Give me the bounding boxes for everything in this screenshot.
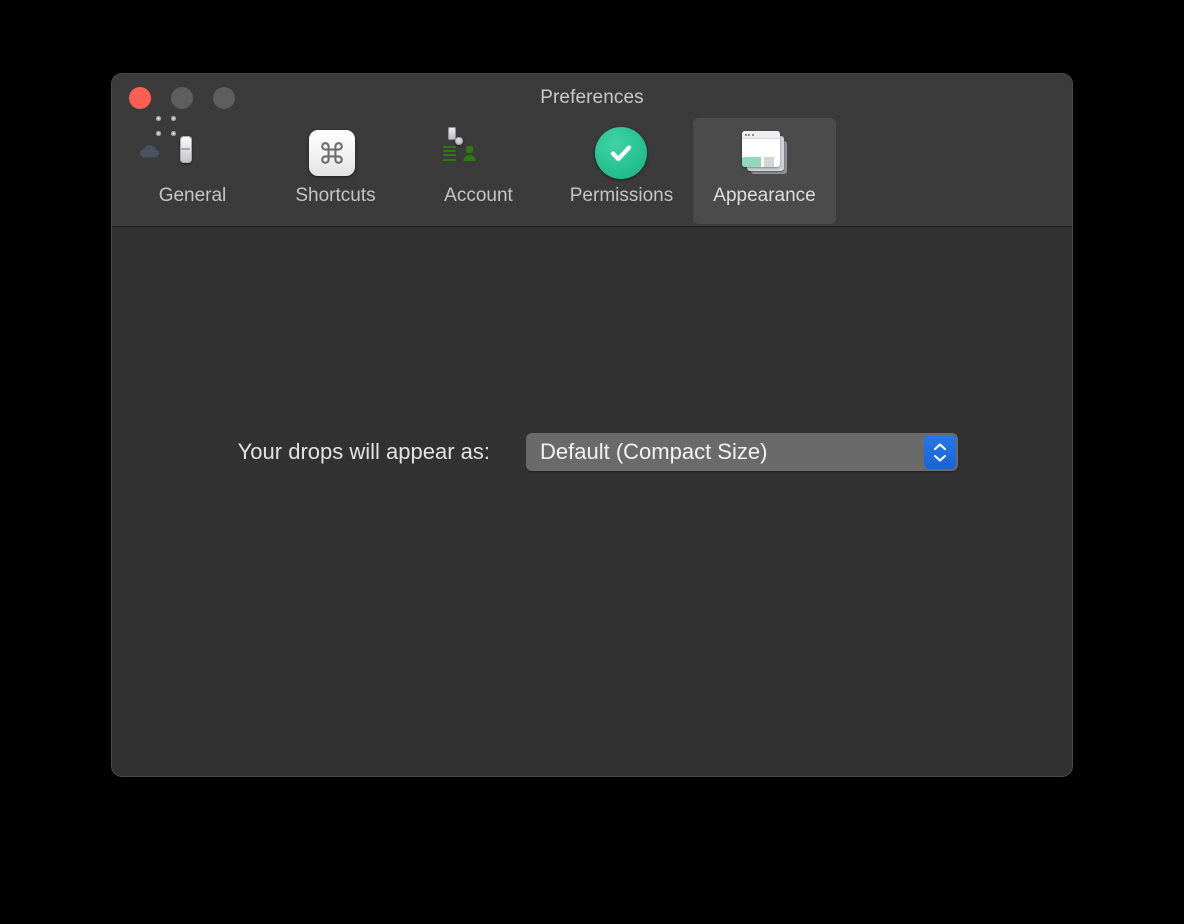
up-down-chevrons-icon[interactable] [924, 435, 956, 469]
drops-appearance-label: Your drops will appear as: [237, 439, 490, 464]
tab-account-label: Account [444, 185, 513, 206]
window-title: Preferences [540, 87, 644, 108]
tab-shortcuts-label: Shortcuts [295, 185, 376, 206]
tab-general-label: General [158, 185, 227, 206]
tab-appearance[interactable]: Appearance [693, 118, 836, 224]
drops-appearance-selected-value: Default (Compact Size) [540, 439, 768, 464]
green-checkmark-icon [594, 126, 649, 180]
id-badge-icon [442, 126, 506, 180]
preferences-toolbar: General Shortcuts Account Permissions Ap… [112, 116, 1072, 226]
toggle-switch-cloud-icon [139, 116, 220, 180]
appearance-pane: Your drops will appear as: Default (Comp… [112, 227, 1072, 776]
stacked-windows-icon [738, 126, 792, 180]
preferences-window: Preferences General Shortcuts Account Pe… [112, 74, 1072, 776]
window-titlebar: Preferences General Shortcuts Account Pe… [112, 74, 1072, 227]
command-key-icon [308, 126, 363, 180]
tab-appearance-label: Appearance [713, 185, 816, 206]
drops-appearance-select[interactable]: Default (Compact Size) [526, 433, 958, 471]
tab-shortcuts[interactable]: Shortcuts [264, 118, 407, 224]
drops-appearance-row: Your drops will appear as: Default (Comp… [112, 433, 1072, 471]
tab-general[interactable]: General [121, 116, 264, 224]
tab-account[interactable]: Account [407, 118, 550, 224]
tab-permissions[interactable]: Permissions [550, 118, 693, 224]
tab-permissions-label: Permissions [569, 185, 674, 206]
